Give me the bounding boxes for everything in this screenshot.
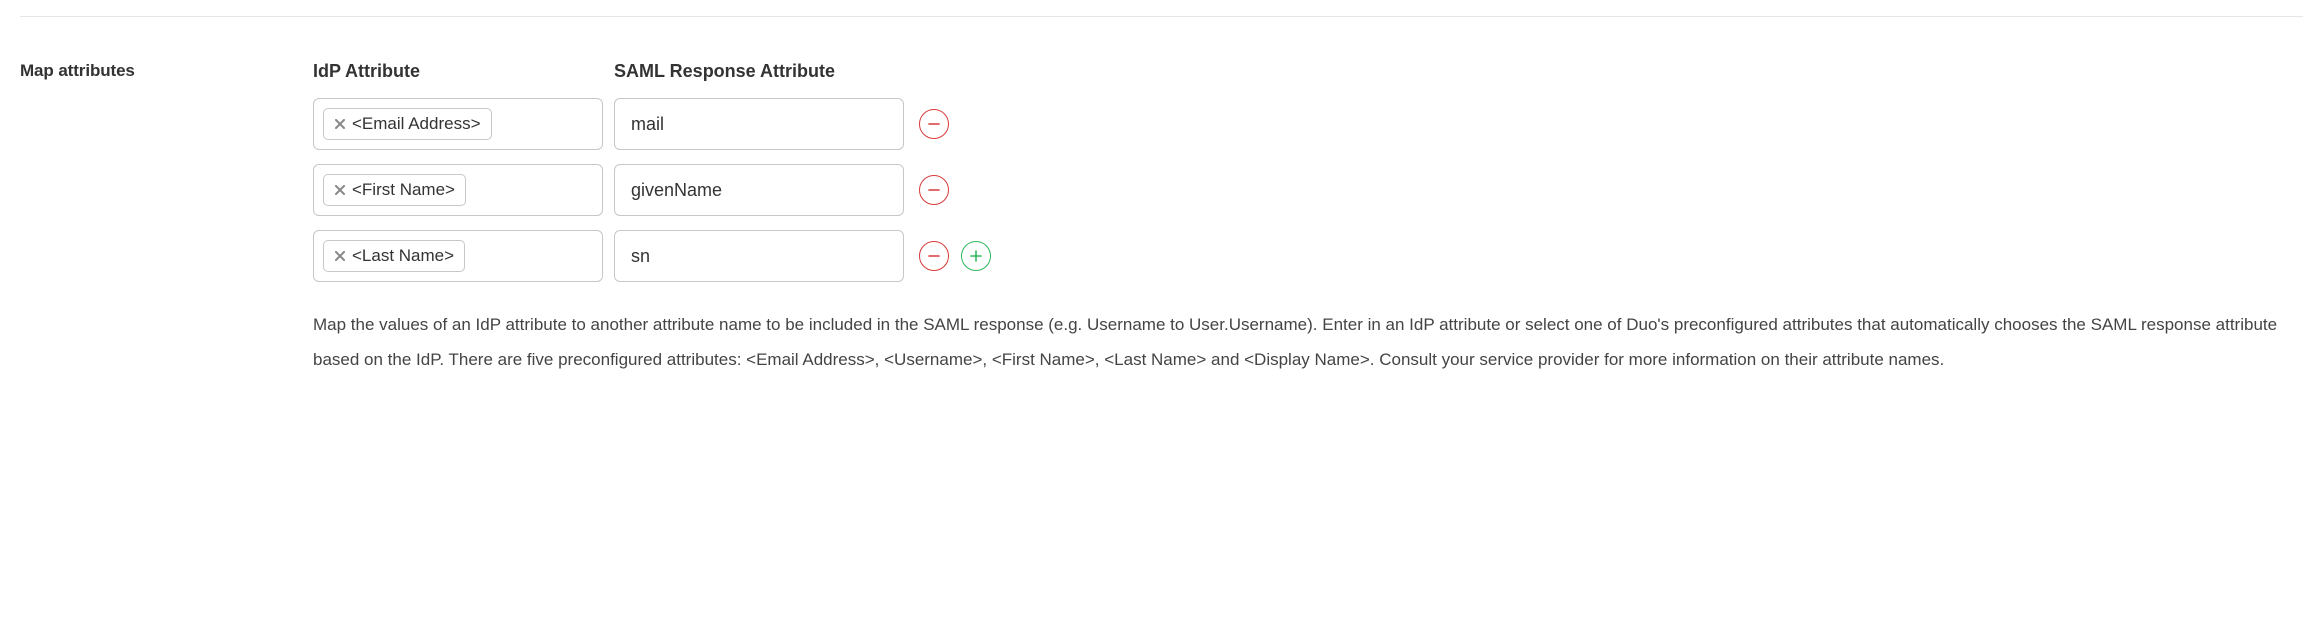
saml-response-attribute-input[interactable] (614, 164, 904, 216)
saml-response-attribute-column-label: SAML Response Attribute (614, 61, 904, 82)
saml-response-attribute-input[interactable] (614, 98, 904, 150)
idp-attribute-tag-label: <Email Address> (352, 114, 481, 134)
idp-attribute-column-label: IdP Attribute (313, 61, 603, 82)
section-divider (20, 16, 2303, 17)
row-actions (919, 175, 949, 205)
idp-attribute-input[interactable]: <Email Address> (313, 98, 603, 150)
idp-attribute-tag: <First Name> (323, 174, 466, 206)
idp-attribute-tag-label: <First Name> (352, 180, 455, 200)
row-actions (919, 241, 991, 271)
attribute-row: <Last Name> (313, 230, 2303, 282)
remove-tag-icon[interactable] (334, 118, 346, 130)
attribute-row: <Email Address> (313, 98, 2303, 150)
row-actions (919, 109, 949, 139)
columns-header: IdP Attribute SAML Response Attribute (313, 61, 2303, 82)
section-label: Map attributes (20, 61, 313, 81)
remove-row-button[interactable] (919, 175, 949, 205)
idp-attribute-tag: <Email Address> (323, 108, 492, 140)
idp-attribute-input[interactable]: <First Name> (313, 164, 603, 216)
saml-response-attribute-input[interactable] (614, 230, 904, 282)
remove-tag-icon[interactable] (334, 184, 346, 196)
idp-attribute-tag: <Last Name> (323, 240, 465, 272)
remove-row-button[interactable] (919, 241, 949, 271)
attribute-rows: <Email Address> <First Name> (313, 98, 2303, 282)
help-text: Map the values of an IdP attribute to an… (313, 308, 2303, 378)
section-body: IdP Attribute SAML Response Attribute <E… (313, 61, 2303, 378)
remove-row-button[interactable] (919, 109, 949, 139)
add-row-button[interactable] (961, 241, 991, 271)
attribute-row: <First Name> (313, 164, 2303, 216)
map-attributes-section: Map attributes IdP Attribute SAML Respon… (20, 61, 2303, 378)
remove-tag-icon[interactable] (334, 250, 346, 262)
idp-attribute-tag-label: <Last Name> (352, 246, 454, 266)
idp-attribute-input[interactable]: <Last Name> (313, 230, 603, 282)
